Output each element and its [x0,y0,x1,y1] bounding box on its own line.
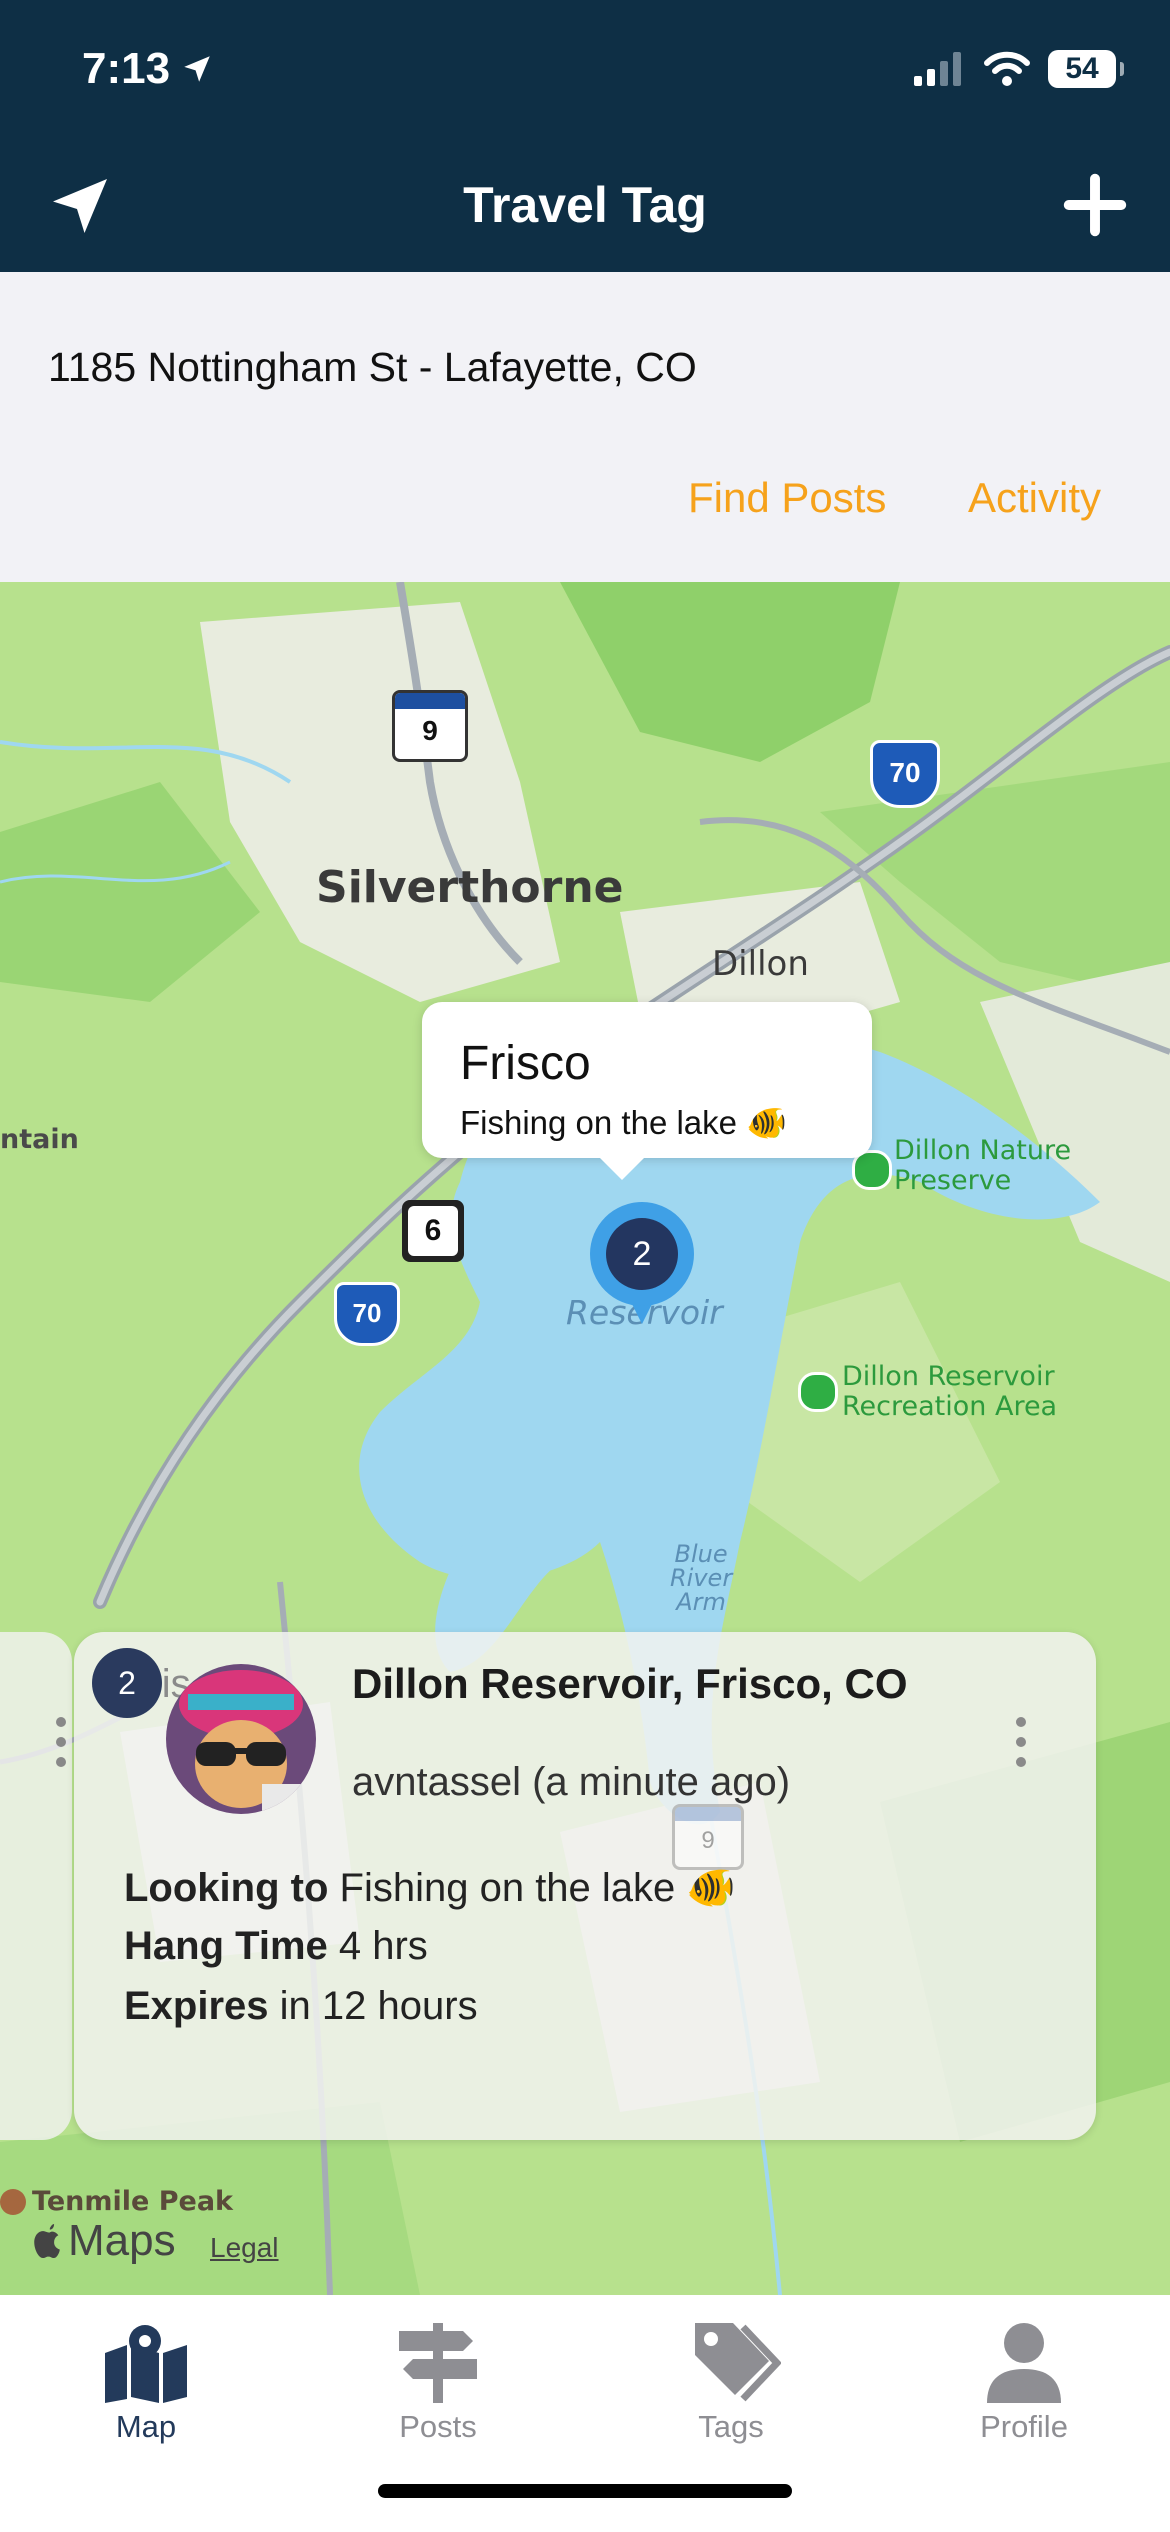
looking-to-value: Fishing on the lake 🐠 [339,1866,737,1910]
battery-indicator: 54 [1048,50,1124,88]
state-route-9-shield: 9 [392,690,468,762]
post-card[interactable]: Fris 2 Dillon Reservoir, Frisco, CO avnt… [74,1632,1096,2140]
pin-cluster-count: 2 [606,1218,678,1290]
navigation-bar: Travel Tag [0,130,1170,272]
tenmile-peak-text: Tenmile Peak [32,2186,233,2217]
tab-posts-label: Posts [399,2409,477,2444]
card-cluster-badge: 2 [92,1648,162,1718]
recreation-line-2: Recreation Area [842,1391,1058,1422]
blue-river-line-3: Arm [676,1588,726,1616]
map-view[interactable]: 9 70 6 70 Silverthorne Dillon ntain Dill… [0,582,1170,2295]
route-9-faded-number: 9 [701,1827,715,1854]
interstate-70-shield-south: 70 [334,1282,400,1346]
expires-label: Expires [124,1984,269,2028]
blue-river-line-1: Blue [674,1540,728,1568]
route-9-number: 9 [422,715,438,746]
recreation-area-pin-icon [798,1372,838,1412]
peak-icon [0,2188,26,2215]
tab-map[interactable]: Map [26,2323,266,2445]
signpost-icon [399,2323,477,2403]
more-options-icon-peek [56,1717,66,1767]
route-9-shield-faded: 9 [672,1804,744,1870]
interstate-70-shield-north: 70 [870,740,940,808]
map-label-dillon: Dillon [712,944,809,984]
us6-number: 6 [408,1206,458,1256]
callout-title: Frisco [460,1037,591,1090]
tab-posts[interactable]: Posts [318,2323,558,2445]
home-indicator[interactable] [378,2484,792,2498]
status-icons: 54 [914,50,1124,88]
map-label-dillon-reservoir-recreation: Dillon Reservoir Recreation Area [842,1362,1057,1422]
map-label-mountain: ntain [0,1124,79,1155]
looking-to-label: Looking to [124,1866,329,1910]
recreation-line-1: Dillon Reservoir [842,1361,1055,1392]
map-cluster-pin[interactable]: 2 [590,1202,694,1324]
avatar-image [166,1664,316,1814]
hang-time-label: Hang Time [124,1924,328,1968]
tab-tags[interactable]: Tags [611,2323,851,2445]
find-posts-link[interactable]: Find Posts [688,474,886,522]
blue-river-line-2: River [670,1564,733,1592]
post-location-title: Dillon Reservoir, Frisco, CO [352,1660,908,1707]
battery-level: 54 [1065,52,1099,85]
app-title: Travel Tag [463,177,707,233]
profile-icon [987,2323,1061,2403]
wifi-icon [984,51,1030,86]
tab-profile[interactable]: Profile [904,2323,1144,2445]
status-time: 7:13 [82,44,214,94]
i70-number-south: 70 [352,1298,382,1328]
hang-time-row: Hang Time 4 hrs [124,1924,428,1969]
i70-number-north: 70 [889,757,921,788]
expires-value: in 12 hours [279,1984,478,2028]
status-bar: 7:13 54 [0,0,1170,130]
map-icon [105,2325,187,2403]
tab-tags-label: Tags [698,2409,764,2444]
time-text: 7:13 [82,44,171,93]
more-options-icon[interactable] [1014,1714,1028,1770]
tab-profile-label: Profile [980,2409,1068,2444]
legal-link[interactable]: Legal [210,2232,279,2264]
map-label-tenmile-peak: Tenmile Peak [0,2186,233,2217]
callout-subtitle: Fishing on the lake 🐠 [460,1104,788,1141]
location-arrow-icon [184,56,210,82]
activity-link[interactable]: Activity [968,474,1101,522]
map-label-silverthorne: Silverthorne [316,862,624,913]
cellular-signal-icon [914,52,961,86]
looking-to-row: Looking to Fishing on the lake 🐠 [124,1864,736,1911]
maps-text: Maps [68,2216,176,2265]
map-label-dillon-nature-preserve: Dillon Nature Preserve [894,1136,1071,1196]
us-6-shield: 6 [402,1200,464,1262]
previous-post-card[interactable] [0,1632,72,2140]
maps-attribution-logo: Maps [30,2216,176,2266]
tab-map-label: Map [115,2409,177,2444]
tags-icon [695,2323,781,2402]
nature-preserve-line-1: Dillon Nature [894,1135,1072,1166]
apple-logo-icon [34,2224,60,2258]
nature-preserve-line-2: Preserve [894,1165,1012,1196]
map-callout[interactable]: Frisco Fishing on the lake 🐠 [422,1002,872,1180]
current-address: 1185 Nottingham St - Lafayette, CO [48,344,697,390]
map-label-blue-river-arm: Blue River Arm [670,1542,732,1614]
expires-row: Expires in 12 hours [124,1984,478,2029]
post-author-time[interactable]: avntassel (a minute ago) [352,1760,790,1805]
hang-time-value: 4 hrs [338,1924,428,1968]
add-post-icon[interactable] [1060,170,1130,240]
address-panel: 1185 Nottingham St - Lafayette, CO Find … [0,272,1170,582]
avatar[interactable] [166,1664,316,1814]
